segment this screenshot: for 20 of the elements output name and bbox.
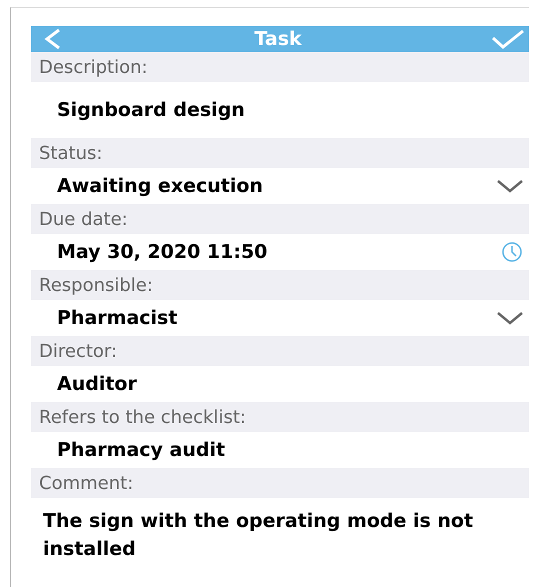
field-label: Comment: xyxy=(39,472,134,494)
field-value[interactable]: Awaiting execution xyxy=(57,172,263,200)
screen-title: Task xyxy=(254,28,302,50)
field-label: Due date: xyxy=(39,208,128,230)
field-value: The sign with the operating mode is not installed xyxy=(43,508,474,562)
field-value[interactable]: May 30, 2020 11:50 xyxy=(57,238,268,266)
save-button[interactable] xyxy=(491,29,525,49)
field-label: Description: xyxy=(39,56,148,78)
field-value: Signboard design xyxy=(57,98,245,123)
checkmark-icon xyxy=(491,29,525,49)
field-label: Refers to the checklist: xyxy=(39,406,246,428)
field-value[interactable]: Pharmacist xyxy=(57,304,178,332)
field-label: Status: xyxy=(39,142,102,164)
field-value: Auditor xyxy=(57,372,137,397)
field-label: Responsible: xyxy=(39,274,153,296)
clock-icon[interactable] xyxy=(501,241,523,263)
field-label: Director: xyxy=(39,340,118,362)
field-value: Pharmacy audit xyxy=(57,438,226,463)
chevron-down-icon[interactable] xyxy=(497,179,523,193)
chevron-down-icon[interactable] xyxy=(497,311,523,325)
